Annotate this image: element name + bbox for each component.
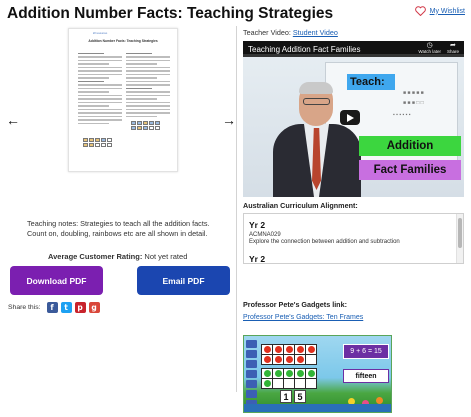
video-player[interactable]: ■ ■ ■ ■ ■ ■ ■ ■ □ □ ▪ ▪ ▪ ▪ ▪ ▪ Teach: A…	[243, 41, 464, 197]
digit-box: 1	[280, 390, 292, 403]
page-title: Addition Number Facts: Teaching Strategi…	[7, 5, 334, 22]
share-label: Share this:	[8, 304, 41, 311]
doc-preview-column-left	[78, 53, 122, 126]
ten-frame-bottom	[261, 368, 317, 389]
rating-value: Not yet rated	[144, 252, 188, 261]
video-frame: ■ ■ ■ ■ ■ ■ ■ ■ □ □ ▪ ▪ ▪ ▪ ▪ ▪ Teach: A…	[243, 54, 464, 197]
document-preview[interactable]: k8 resources Addition Number Facts: Teac…	[68, 28, 178, 172]
watch-later-button[interactable]: ◷ Watch later	[418, 42, 441, 55]
video-caption-prefix: Teacher Video:	[243, 28, 291, 37]
student-video-link[interactable]: Student Video	[293, 28, 338, 37]
watch-later-label: Watch later	[418, 49, 441, 54]
curriculum-code: ACMNA029	[249, 232, 281, 238]
curriculum-title: Australian Curriculum Alignment:	[243, 201, 358, 210]
facebook-icon[interactable]: f	[46, 302, 58, 313]
column-divider	[236, 26, 237, 392]
rating-label: Average Customer Rating:	[48, 252, 143, 261]
wishlist-link[interactable]: My Wishlist	[430, 8, 465, 15]
video-title-bar: Teaching Addition Fact Families ◷ Watch …	[243, 41, 464, 57]
wishlist[interactable]: My Wishlist	[414, 6, 465, 16]
email-pdf-button[interactable]: Email PDF	[137, 266, 230, 295]
share-video-label: Share	[446, 49, 459, 54]
ten-frame-top	[261, 344, 317, 365]
ten-frames-gadget-image[interactable]: 9 + 6 = 15 fifteen 1 5	[243, 335, 392, 413]
digit-boxes: 1 5	[280, 390, 306, 403]
doc-preview-link: k8 resources	[93, 32, 108, 35]
doc-ten-frame-image	[131, 121, 160, 130]
twitter-icon[interactable]: t	[60, 302, 72, 313]
curriculum-list[interactable]: Yr 2 ACMNA029 Explore the connection bet…	[243, 213, 464, 264]
curriculum-year: Yr 2	[249, 220, 266, 230]
product-description: Teaching notes: Strategies to teach all …	[27, 219, 210, 238]
doc-preview-heading: Addition Number Facts: Teaching Strategi…	[88, 39, 158, 43]
fact-families-label: Fact Families	[359, 160, 461, 180]
addition-label: Addition	[359, 136, 461, 156]
gadgets-title: Professor Pete's Gadgets link:	[243, 300, 347, 309]
gadget-sidebar	[246, 340, 257, 410]
pinterest-icon[interactable]: p	[74, 302, 86, 313]
next-arrow-icon[interactable]: →	[222, 112, 236, 128]
prev-arrow-icon[interactable]: ←	[6, 112, 20, 128]
doc-ten-frame-image	[83, 138, 112, 147]
equation-card: 9 + 6 = 15	[343, 344, 389, 359]
download-pdf-button[interactable]: Download PDF	[10, 266, 103, 295]
heart-icon	[414, 6, 426, 16]
google-plus-icon[interactable]: g	[88, 302, 100, 313]
play-button[interactable]	[340, 110, 360, 125]
play-icon	[346, 113, 354, 122]
gadget-bottom-bar	[244, 404, 391, 412]
presenter-image	[265, 82, 365, 197]
board-scribble: ■ ■ ■ ■ ■	[403, 90, 424, 96]
video-caption: Teacher Video: Student Video	[243, 28, 338, 37]
gadgets-link[interactable]: Professor Pete's Gadgets: Ten Frames	[243, 314, 363, 321]
video-title[interactable]: Teaching Addition Fact Families	[248, 45, 412, 54]
digit-box: 5	[294, 390, 306, 403]
curriculum-description: Explore the connection between addition …	[249, 239, 400, 245]
share-bar: Share this: f t p g	[8, 302, 100, 313]
curriculum-year: Yr 2	[249, 254, 266, 264]
share-video-button[interactable]: ➦ Share	[446, 42, 459, 55]
flower-decoration	[376, 397, 383, 404]
answer-card: fifteen	[343, 369, 389, 383]
curriculum-scrollbar[interactable]	[456, 214, 463, 263]
doc-preview-column-right	[126, 53, 170, 119]
rating-row: Average Customer Rating: Not yet rated	[48, 252, 187, 261]
board-scribble: ■ ■ ■ □ □	[403, 100, 424, 106]
board-scribble: ▪ ▪ ▪ ▪ ▪ ▪	[393, 112, 411, 118]
